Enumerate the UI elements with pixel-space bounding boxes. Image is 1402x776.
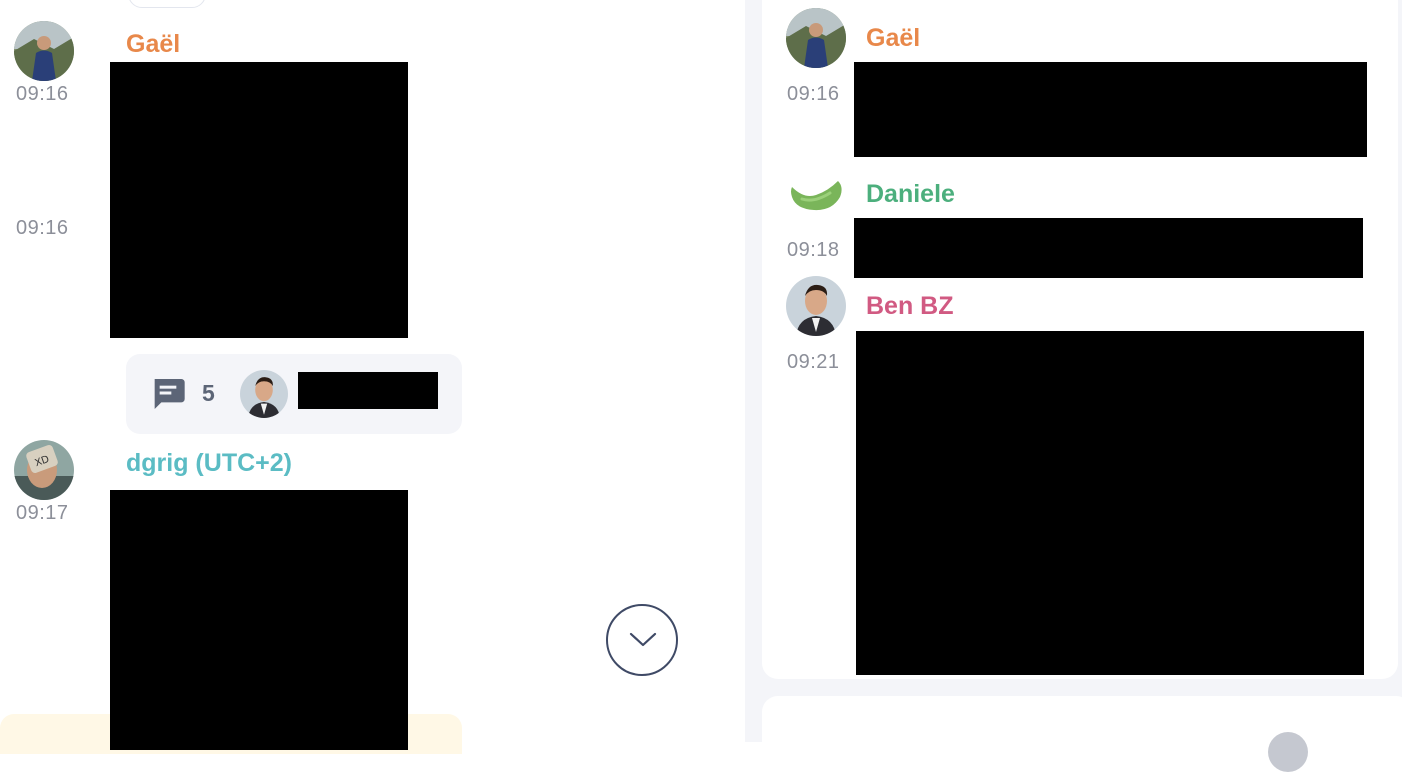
redacted-image[interactable] [856, 331, 1364, 675]
dgrig-avatar-image: XD [14, 440, 74, 500]
message-timestamp: 09:17 [16, 502, 69, 524]
chat-bubble-icon [154, 379, 185, 409]
reply-count: 5 [202, 380, 215, 406]
message-timestamp: 09:16 [16, 217, 69, 239]
ben-avatar-image [240, 370, 288, 418]
gael-avatar-image [786, 8, 846, 68]
chevron-down-icon [629, 632, 657, 647]
previous-reply-pill[interactable] [128, 0, 206, 8]
message-author[interactable]: dgrig (UTC+2) [126, 449, 292, 478]
avatar-gael[interactable] [14, 21, 74, 81]
avatar-ben-bz [240, 370, 288, 418]
thread-message-timestamp: 09:16 [787, 83, 840, 105]
send-button[interactable] [1268, 732, 1308, 772]
gael-avatar-image [14, 21, 74, 81]
redacted-image[interactable] [110, 62, 408, 338]
thread-message-timestamp: 09:18 [787, 239, 840, 261]
thread-message-author[interactable]: Gaël [866, 24, 920, 53]
jump-to-bottom-button[interactable] [606, 604, 678, 676]
thread-message-author[interactable]: Daniele [866, 180, 955, 209]
ben-avatar-image [786, 276, 846, 336]
avatar-daniele[interactable] [786, 175, 846, 215]
redacted-message [854, 218, 1363, 278]
thread-composer[interactable] [762, 696, 1402, 776]
message-author[interactable]: Gaël [126, 30, 180, 59]
avatar-gael[interactable] [786, 8, 846, 68]
avatar-ben-bz[interactable] [786, 276, 846, 336]
message-timestamp: 09:16 [16, 83, 69, 105]
redacted-last-reply [298, 372, 438, 409]
thread-message-author[interactable]: Ben BZ [866, 292, 954, 321]
bean-icon [791, 181, 842, 211]
redacted-image[interactable] [110, 490, 408, 750]
thread-summary[interactable]: 5 [126, 354, 462, 434]
thread-message-timestamp: 09:21 [787, 351, 840, 373]
redacted-message [854, 62, 1367, 157]
avatar-dgrig[interactable]: XD [14, 440, 74, 500]
